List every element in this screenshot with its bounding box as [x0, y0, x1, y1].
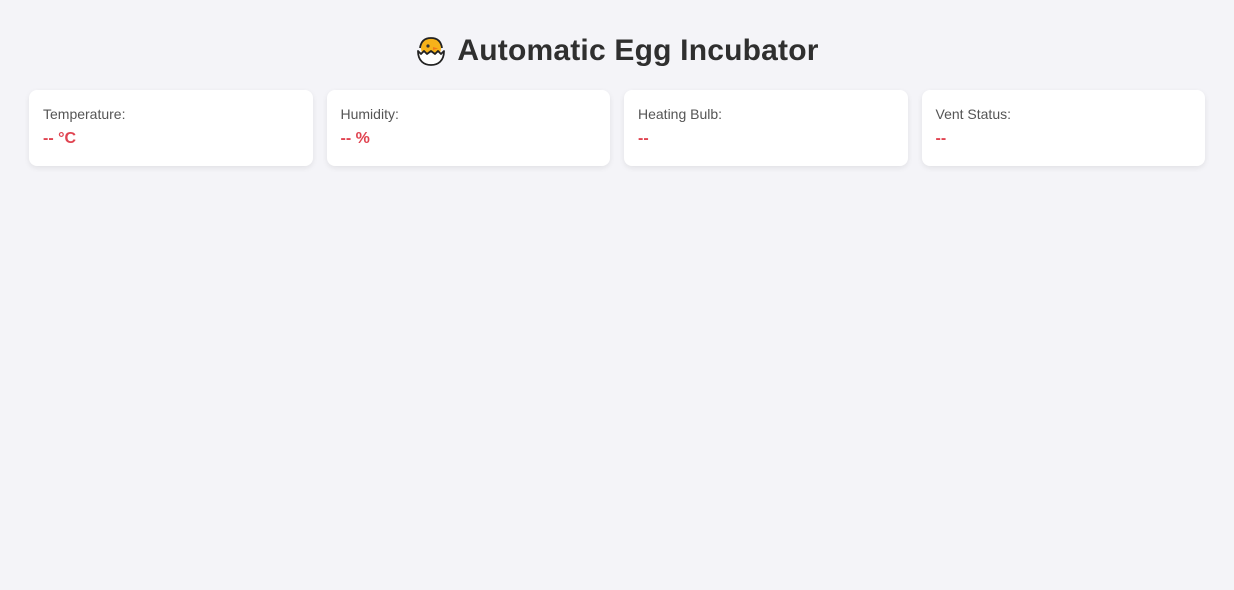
page-title: Automatic Egg Incubator [457, 34, 819, 67]
page-header: Automatic Egg Incubator [0, 0, 1234, 100]
humidity-card: Humidity: -- % [326, 90, 610, 166]
vent-status-label: Vent Status: [935, 106, 1012, 122]
heating-bulb-value: -- [638, 130, 649, 147]
heating-bulb-card: Heating Bulb: -- [624, 90, 908, 166]
temperature-card: Temperature: -- °C [29, 90, 313, 166]
temperature-value: -- °C [43, 130, 77, 147]
vent-status-value: -- [935, 130, 947, 147]
vent-status-card: Vent Status: -- [921, 90, 1205, 166]
humidity-label: Humidity: [340, 106, 399, 122]
humidity-value: -- % [340, 130, 370, 147]
hatching-chick-icon [415, 35, 447, 67]
status-cards: Temperature: -- °C Humidity: -- % Heatin… [29, 90, 1205, 166]
temperature-label: Temperature: [43, 106, 126, 122]
title-wrap: Automatic Egg Incubator [415, 34, 818, 68]
heating-bulb-label: Heating Bulb: [638, 106, 723, 122]
